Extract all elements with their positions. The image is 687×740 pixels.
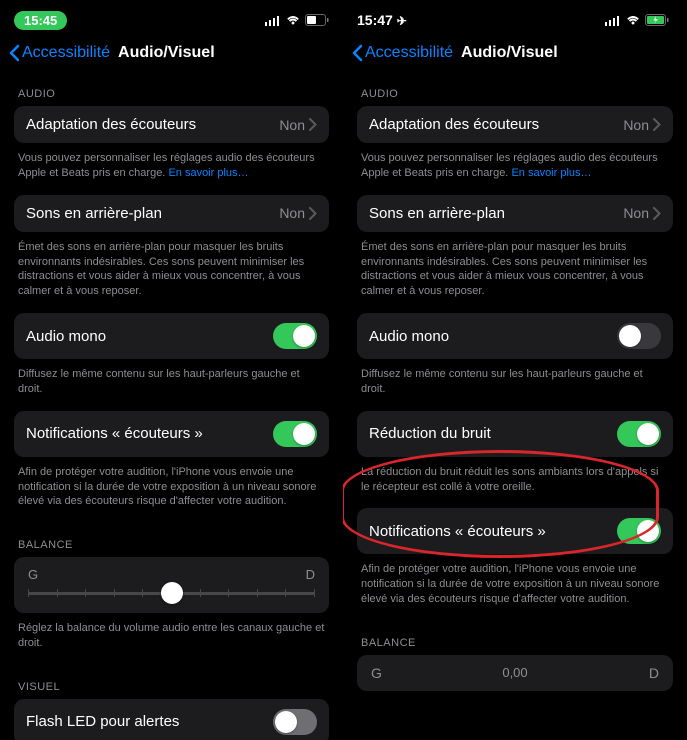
headphone-notifications-toggle[interactable] <box>617 518 661 544</box>
nav-bar: Accessibilité Audio/Visuel <box>343 40 687 72</box>
back-button[interactable]: Accessibilité <box>351 44 453 62</box>
nav-title: Audio/Visuel <box>461 44 558 62</box>
chevron-right-icon <box>309 118 317 131</box>
back-label: Accessibilité <box>22 44 110 62</box>
chevron-right-icon <box>309 207 317 220</box>
headphone-notifications-cell: Notifications « écouteurs » <box>14 411 329 457</box>
chevron-right-icon <box>653 118 661 131</box>
balance-footer: Réglez la balance du volume audio entre … <box>14 619 329 665</box>
wifi-icon <box>625 14 641 26</box>
signal-icon <box>605 15 621 26</box>
slider-thumb[interactable] <box>161 582 183 604</box>
headphone-adaptation-cell[interactable]: Adaptation des écouteurs Non <box>14 106 329 143</box>
status-bar: 15:47 ✈ <box>343 0 687 40</box>
balance-center-value: 0,00 <box>502 665 527 680</box>
content: AUDIO Adaptation des écouteurs Non Vous … <box>0 88 343 740</box>
battery-icon <box>305 14 329 26</box>
led-flash-toggle[interactable] <box>273 709 317 735</box>
mono-footer: Diffusez le même contenu sur les haut-pa… <box>14 365 329 411</box>
balance-slider[interactable] <box>28 592 315 595</box>
background-sounds-cell[interactable]: Sons en arrière-plan Non <box>14 195 329 232</box>
headphone-notifications-cell: Notifications « écouteurs » <box>357 508 673 554</box>
headphone-footer: Vous pouvez personnaliser les réglages a… <box>357 149 673 195</box>
section-header-balance: BALANCE <box>361 637 673 649</box>
cell-label: Notifications « écouteurs » <box>26 425 203 442</box>
bg-sounds-footer: Émet des sons en arrière-plan pour masqu… <box>357 238 673 313</box>
noise-reduction-cell: Réduction du bruit <box>357 411 673 457</box>
led-flash-cell: Flash LED pour alertes <box>14 699 329 740</box>
notif-footer: Afin de protéger votre audition, l'iPhon… <box>14 463 329 524</box>
balance-left-label: G <box>28 567 38 582</box>
time-pill: 15:45 <box>14 11 67 30</box>
cell-label: Flash LED pour alertes <box>26 713 179 730</box>
back-label: Accessibilité <box>365 44 453 62</box>
nav-bar: Accessibilité Audio/Visuel <box>0 40 343 72</box>
balance-right-label: D <box>306 567 315 582</box>
headphone-notifications-toggle[interactable] <box>273 421 317 447</box>
status-bar: 15:45 <box>0 0 343 40</box>
status-time: 15:47 ✈ <box>357 12 409 28</box>
balance-left-label: G <box>371 665 382 681</box>
mono-audio-cell: Audio mono <box>357 313 673 359</box>
mono-audio-cell: Audio mono <box>14 313 329 359</box>
section-header-audio: AUDIO <box>18 88 329 100</box>
cell-label: Audio mono <box>369 328 449 345</box>
cell-label: Adaptation des écouteurs <box>26 116 196 133</box>
balance-slider-cell: G D <box>14 557 329 613</box>
signal-icon <box>265 15 281 26</box>
mono-audio-toggle[interactable] <box>617 323 661 349</box>
back-button[interactable]: Accessibilité <box>8 44 110 62</box>
status-icons <box>605 14 673 26</box>
noise-reduction-toggle[interactable] <box>617 421 661 447</box>
cell-label: Notifications « écouteurs » <box>369 523 546 540</box>
learn-more-link[interactable]: En savoir plus… <box>168 167 248 179</box>
notif-footer: Afin de protéger votre audition, l'iPhon… <box>357 560 673 621</box>
balance-right-label: D <box>649 665 659 681</box>
content: AUDIO Adaptation des écouteurs Non Vous … <box>343 88 687 691</box>
wifi-icon <box>285 14 301 26</box>
status-icons <box>265 14 329 26</box>
cell-value: Non <box>279 117 305 133</box>
battery-charging-icon <box>645 14 673 26</box>
balance-labels-row: G 0,00 D <box>357 655 673 691</box>
cell-label: Réduction du bruit <box>369 425 491 442</box>
cell-label: Sons en arrière-plan <box>369 205 505 222</box>
cell-value: Non <box>279 205 305 221</box>
cell-label: Adaptation des écouteurs <box>369 116 539 133</box>
section-header-visual: VISUEL <box>18 681 329 693</box>
mono-footer: Diffusez le même contenu sur les haut-pa… <box>357 365 673 411</box>
screen-left: 15:45 Accessibilité Audio/Visuel AUDIO A… <box>0 0 343 740</box>
chevron-left-icon <box>8 44 20 62</box>
section-header-balance: BALANCE <box>18 539 329 551</box>
chevron-left-icon <box>351 44 363 62</box>
background-sounds-cell[interactable]: Sons en arrière-plan Non <box>357 195 673 232</box>
learn-more-link[interactable]: En savoir plus… <box>511 167 591 179</box>
headphone-adaptation-cell[interactable]: Adaptation des écouteurs Non <box>357 106 673 143</box>
bg-sounds-footer: Émet des sons en arrière-plan pour masqu… <box>14 238 329 313</box>
cell-label: Audio mono <box>26 328 106 345</box>
cell-label: Sons en arrière-plan <box>26 205 162 222</box>
screen-right: 15:47 ✈ Accessibilité Audio/Visuel AUDIO… <box>343 0 687 740</box>
location-icon: ✈ <box>397 14 407 28</box>
cell-value: Non <box>623 117 649 133</box>
cell-value: Non <box>623 205 649 221</box>
noise-footer: La réduction du bruit réduit les sons am… <box>357 463 673 509</box>
section-header-audio: AUDIO <box>361 88 673 100</box>
nav-title: Audio/Visuel <box>118 44 215 62</box>
headphone-footer: Vous pouvez personnaliser les réglages a… <box>14 149 329 195</box>
chevron-right-icon <box>653 207 661 220</box>
mono-audio-toggle[interactable] <box>273 323 317 349</box>
